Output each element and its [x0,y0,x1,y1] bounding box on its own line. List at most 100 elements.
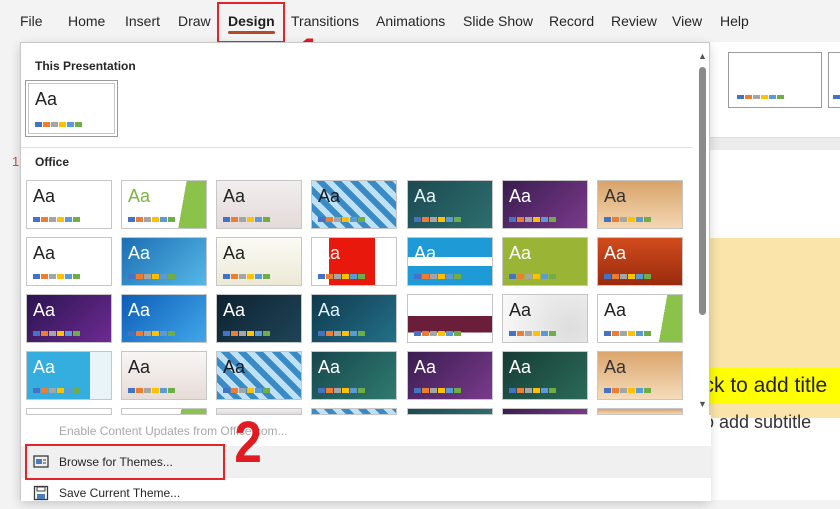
theme-thumbnail[interactable]: Aa [121,294,207,343]
theme-sample-text: Aa [223,300,246,320]
theme-thumbnail[interactable]: Aa [597,237,683,286]
color-bar [737,95,784,99]
theme-color-bar [128,331,175,336]
theme-thumbnail[interactable]: Aa [28,83,115,134]
theme-thumbnail[interactable]: Aa [407,237,493,286]
tab-view[interactable]: View [672,13,702,29]
theme-thumbnail[interactable]: Aa [121,180,207,229]
theme-color-bar [509,388,556,393]
theme-color-bar [414,331,461,336]
theme-sample-text: Aa [223,357,246,377]
theme-thumbnail[interactable]: Aa [502,180,588,229]
theme-sample-text: Aa [414,300,437,320]
slide[interactable]: Click to add title Click to add subtitle [710,150,840,500]
ribbon-tabs: File Home Insert Draw Design Transitions Anima… [0,0,840,42]
design-tab-highlight [217,2,285,43]
theme-color-bar [223,274,270,279]
theme-thumbnail[interactable]: Aa [597,351,683,400]
theme-thumbnail-partial[interactable] [502,408,588,415]
subtitle-placeholder[interactable]: Click to add subtitle [710,412,840,433]
theme-color-bar [318,274,365,279]
theme-thumbnail[interactable]: Aa [311,351,397,400]
theme-thumbnail[interactable]: Aa [26,180,112,229]
theme-sample-text: Aa [128,243,151,263]
tab-help[interactable]: Help [720,13,749,29]
theme-thumbnail[interactable]: Aa [26,237,112,286]
theme-thumbnail[interactable]: Aa [502,351,588,400]
theme-color-bar [128,274,175,279]
theme-thumbnail[interactable]: Aa [502,237,588,286]
theme-thumbnail-partial[interactable] [26,408,112,415]
theme-thumbnail[interactable]: Aa [597,294,683,343]
theme-thumbnail-partial[interactable] [311,408,397,415]
theme-color-bar [128,388,175,393]
theme-thumbnail[interactable]: Aa [26,294,112,343]
save-current-theme-item[interactable]: Save Current Theme... [21,477,711,509]
theme-thumbnail[interactable]: Aa [311,180,397,229]
ribbon-theme-thumbnail[interactable] [728,52,822,108]
theme-sample-text: Aa [318,357,341,377]
theme-thumbnail[interactable]: Aa [121,351,207,400]
browse-themes-highlight [25,444,225,480]
tab-animations[interactable]: Animations [376,13,445,29]
theme-color-bar [604,388,651,393]
theme-thumbnail[interactable]: Aa [311,237,397,286]
theme-sample-text: Aa [33,300,56,320]
theme-sample-text: Aa [318,243,341,263]
theme-color-bar [414,274,461,279]
theme-thumbnail[interactable]: Aa [597,180,683,229]
title-placeholder-text: Click to add title [710,374,828,397]
subtitle-placeholder-text: Click to add subtitle [710,412,812,432]
gallery-scrollbar[interactable]: ▲ ▼ [693,43,711,415]
save-theme-icon [33,485,49,501]
theme-thumbnail[interactable]: Aa [216,237,302,286]
section-divider [21,147,693,148]
theme-thumbnail[interactable]: Aa [216,351,302,400]
theme-sample-text: Aa [414,357,437,377]
theme-thumbnail-partial[interactable] [121,408,207,415]
theme-thumbnail[interactable]: Aa [121,237,207,286]
theme-sample-text: Aa [33,186,56,206]
theme-sample-text: Aa [509,300,532,320]
scroll-up-arrow-icon[interactable]: ▲ [698,51,707,61]
theme-thumbnail[interactable]: Aa [216,180,302,229]
theme-sample-text: Aa [35,89,58,109]
tab-review[interactable]: Review [611,13,657,29]
theme-thumbnail-partial[interactable] [407,408,493,415]
tab-insert[interactable]: Insert [125,13,160,29]
theme-thumbnail[interactable]: Aa [216,294,302,343]
theme-thumbnail[interactable]: Aa [26,351,112,400]
tab-slide-show[interactable]: Slide Show [463,13,533,29]
this-presentation-heading: This Presentation [35,59,136,73]
theme-sample-text: Aa [604,243,627,263]
scroll-down-arrow-icon[interactable]: ▼ [698,399,707,409]
theme-color-bar [318,217,365,222]
enable-content-updates-item: Enable Content Updates from Office.com..… [21,415,711,447]
tab-home[interactable]: Home [68,13,105,29]
theme-thumbnail[interactable]: Aa [407,351,493,400]
theme-sample-text: Aa [509,357,532,377]
step-2-label: 2 [234,410,262,475]
theme-color-bar [128,217,175,222]
theme-color-bar [223,388,270,393]
tab-record[interactable]: Record [549,13,594,29]
theme-thumbnail[interactable]: Aa [407,294,493,343]
theme-sample-text: Aa [33,357,56,377]
tab-file[interactable]: File [20,13,43,29]
theme-thumbnail[interactable]: Aa [502,294,588,343]
theme-sample-text: Aa [509,243,532,263]
slide-canvas: Click to add title Click to add subtitle [710,138,840,500]
title-placeholder[interactable]: Click to add title [710,368,840,404]
current-theme-selected[interactable]: Aa [25,80,118,137]
tab-draw[interactable]: Draw [178,13,211,29]
theme-sample-text: Aa [128,300,151,320]
theme-thumbnail[interactable]: Aa [311,294,397,343]
theme-color-bar [33,217,80,222]
ribbon-theme-thumbnail[interactable] [828,52,840,108]
scrollbar-thumb[interactable] [699,67,706,315]
theme-thumbnail-partial[interactable] [597,408,683,415]
theme-color-bar [318,331,365,336]
theme-thumbnail[interactable]: Aa [407,180,493,229]
theme-color-bar [223,331,270,336]
theme-sample-text: Aa [223,243,246,263]
